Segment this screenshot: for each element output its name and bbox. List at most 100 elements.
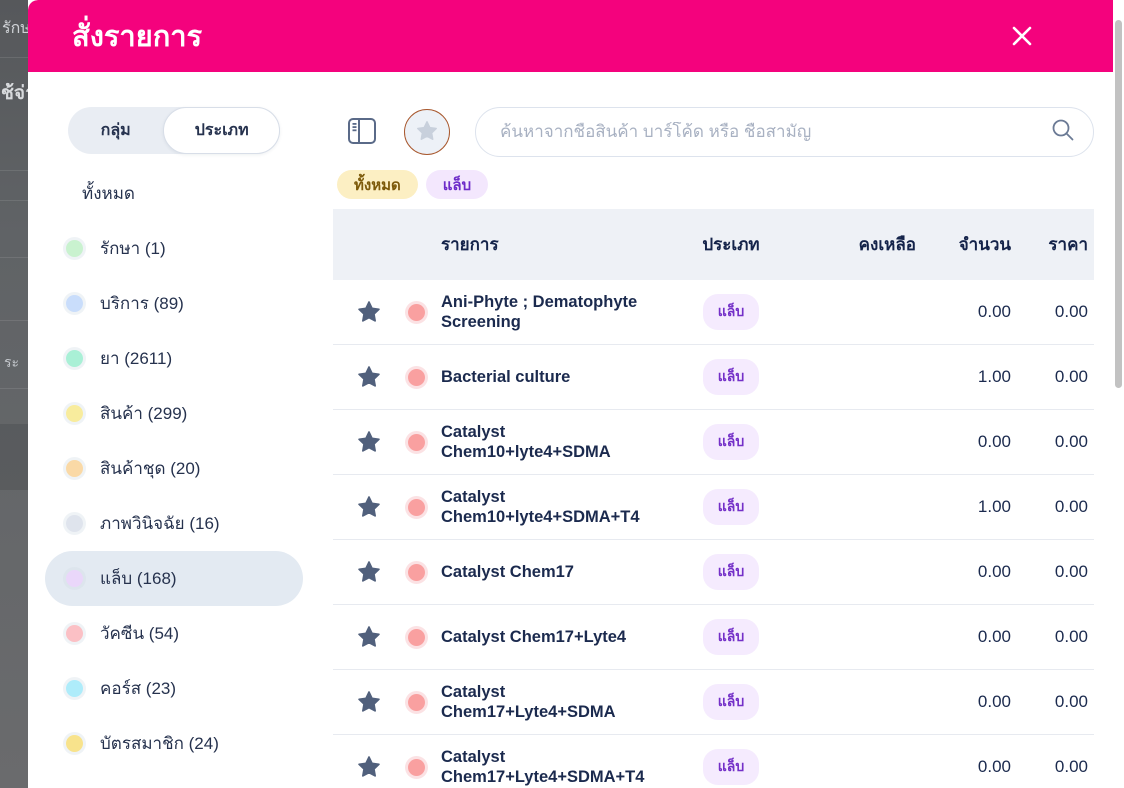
category-dot — [66, 625, 83, 642]
backdrop-band — [0, 424, 28, 490]
item-price: 0.00 — [1011, 757, 1088, 777]
search-box — [475, 107, 1094, 157]
favorite-star-icon[interactable] — [347, 364, 391, 390]
sidebar-item-label: วัคซีน (54) — [100, 620, 179, 647]
search-input[interactable] — [500, 122, 1049, 142]
category-dot — [66, 240, 83, 257]
item-price: 0.00 — [1011, 432, 1088, 452]
favorites-filter-button[interactable] — [404, 109, 450, 155]
favorite-star-icon[interactable] — [347, 429, 391, 455]
group-type-toggle: กลุ่ม ประเภท — [68, 107, 280, 154]
sidebar-item-product[interactable]: สินค้า (299) — [45, 386, 303, 441]
item-color-dot — [408, 759, 425, 776]
split-panel-icon — [346, 116, 378, 149]
category-dot — [66, 350, 83, 367]
sidebar-item-label: สินค้าชุด (20) — [100, 455, 200, 482]
sidebar-item-lab[interactable]: แล็บ (168) — [45, 551, 303, 606]
table-row[interactable]: Catalyst Chem17+Lyte4+SDMA+T4 แล็บ 0.00 … — [333, 735, 1094, 788]
table-row[interactable]: Catalyst Chem10+lyte4+SDMA+T4 แล็บ 1.00 … — [333, 475, 1094, 540]
sidebar-item-label: ยา (2611) — [100, 345, 172, 372]
item-type-badge: แล็บ — [703, 619, 760, 655]
table-row[interactable]: Catalyst Chem17+Lyte4+SDMA แล็บ 0.00 0.0… — [333, 670, 1094, 735]
table-row[interactable]: Catalyst Chem17+Lyte4 แล็บ 0.00 0.00 — [333, 605, 1094, 670]
sidebar-item-vaccine[interactable]: วัคซีน (54) — [45, 606, 303, 661]
item-quantity: 0.00 — [916, 757, 1011, 777]
table-row[interactable]: Catalyst Chem10+lyte4+SDMA แล็บ 0.00 0.0… — [333, 410, 1094, 475]
item-quantity: 0.00 — [916, 692, 1011, 712]
backdrop-text-fragment: รักษ — [2, 16, 28, 41]
tab-type[interactable]: ประเภท — [163, 107, 280, 154]
item-color-dot — [408, 434, 425, 451]
chip-lab[interactable]: แล็บ — [426, 170, 488, 199]
scrollbar-thumb[interactable] — [1115, 20, 1122, 388]
item-name: Bacterial culture — [441, 367, 656, 387]
item-color-dot — [408, 499, 425, 516]
chip-all[interactable]: ทั้งหมด — [337, 170, 418, 199]
sidebar-item-medicine[interactable]: ยา (2611) — [45, 331, 303, 386]
sidebar-item-label: บัตรสมาชิก (24) — [100, 730, 219, 757]
scrollbar-track[interactable] — [1113, 0, 1124, 788]
item-quantity: 1.00 — [916, 497, 1011, 517]
backdrop-divider — [0, 257, 28, 258]
item-type-badge: แล็บ — [703, 684, 760, 720]
category-dot — [66, 680, 83, 697]
modal-title: สั่งรายการ — [72, 13, 202, 59]
search-icon[interactable] — [1049, 116, 1077, 149]
favorite-star-icon[interactable] — [347, 494, 391, 520]
favorite-star-icon[interactable] — [347, 559, 391, 585]
header-remaining: คงเหลือ — [806, 231, 916, 258]
sidebar-item-imaging[interactable]: ภาพวินิจฉัย (16) — [45, 496, 303, 551]
table-row[interactable]: Ani-Phyte ; Dematophyte Screening แล็บ 0… — [333, 280, 1094, 345]
item-color-dot — [408, 369, 425, 386]
item-name: Catalyst Chem10+lyte4+SDMA — [441, 422, 656, 462]
category-dot — [66, 570, 83, 587]
item-quantity: 1.00 — [916, 367, 1011, 387]
backdrop-text-fragment: ระ — [4, 352, 19, 374]
category-sidebar: กลุ่ม ประเภท ทั้งหมด รักษา (1) บริการ (8… — [45, 107, 331, 788]
item-quantity: 0.00 — [916, 627, 1011, 647]
item-list-panel: ทั้งหมด แล็บ รายการ ประเภท คงเหลือ จำนวน… — [333, 107, 1124, 788]
sidebar-item-product-set[interactable]: สินค้าชุด (20) — [45, 441, 303, 496]
sidebar-item-treatment[interactable]: รักษา (1) — [45, 221, 303, 276]
item-price: 0.00 — [1011, 497, 1088, 517]
sidebar-item-label: บริการ (89) — [100, 290, 184, 317]
favorite-star-icon[interactable] — [347, 299, 391, 325]
toolbar — [333, 107, 1094, 157]
close-button[interactable] — [1010, 25, 1034, 49]
table-row[interactable]: Bacterial culture แล็บ 1.00 0.00 — [333, 345, 1094, 410]
layout-toggle-button[interactable] — [344, 114, 380, 150]
item-price: 0.00 — [1011, 692, 1088, 712]
favorite-star-icon[interactable] — [347, 754, 391, 780]
sidebar-item-label: คอร์ส (23) — [100, 675, 176, 702]
page-overlay-backdrop: รักษ ช้จ่า ระ — [0, 0, 28, 788]
sidebar-item-member-card[interactable]: บัตรสมาชิก (24) — [45, 716, 303, 771]
item-price: 0.00 — [1011, 367, 1088, 387]
sidebar-item-all[interactable]: ทั้งหมด — [45, 166, 303, 221]
table-row[interactable]: Catalyst Chem17 แล็บ 0.00 0.00 — [333, 540, 1094, 605]
favorite-star-icon[interactable] — [347, 689, 391, 715]
item-color-dot — [408, 694, 425, 711]
category-dot — [66, 735, 83, 752]
backdrop-divider — [0, 170, 28, 171]
item-name: Catalyst Chem17 — [441, 562, 656, 582]
close-icon — [1011, 25, 1033, 50]
tab-group[interactable]: กลุ่ม — [68, 107, 163, 154]
category-dot — [66, 295, 83, 312]
sidebar-item-label: แล็บ (168) — [100, 565, 177, 592]
sidebar-item-label: สินค้า (299) — [100, 400, 187, 427]
header-type: ประเภท — [656, 231, 806, 258]
sidebar-item-course[interactable]: คอร์ส (23) — [45, 661, 303, 716]
sidebar-item-service[interactable]: บริการ (89) — [45, 276, 303, 331]
backdrop-divider — [0, 57, 28, 58]
modal-body: กลุ่ม ประเภท ทั้งหมด รักษา (1) บริการ (8… — [28, 72, 1124, 788]
favorite-star-icon[interactable] — [347, 624, 391, 650]
backdrop-divider — [0, 388, 28, 389]
table-header-row: รายการ ประเภท คงเหลือ จำนวน ราคา — [333, 209, 1094, 280]
header-item: รายการ — [441, 231, 656, 258]
item-type-badge: แล็บ — [703, 424, 760, 460]
item-price: 0.00 — [1011, 627, 1088, 647]
item-type-badge: แล็บ — [703, 489, 760, 525]
filter-chips: ทั้งหมด แล็บ — [337, 170, 1094, 199]
item-name: Catalyst Chem10+lyte4+SDMA+T4 — [441, 487, 656, 527]
backdrop-divider — [0, 320, 28, 321]
